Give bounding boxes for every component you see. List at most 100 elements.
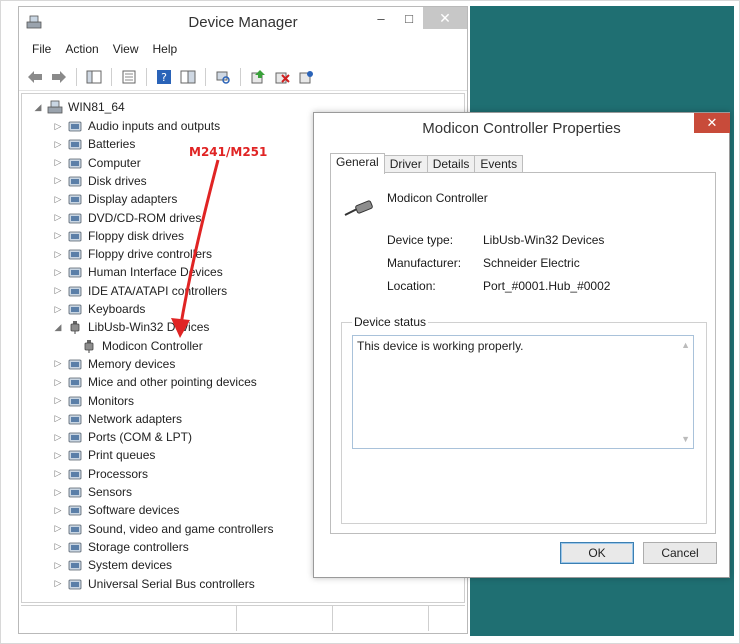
computer-root-icon [46,99,64,115]
collapse-arrow-icon[interactable]: ◢ [52,322,64,333]
expand-arrow-icon[interactable]: ▷ [52,487,64,498]
expand-arrow-icon[interactable]: ▷ [52,139,64,150]
properties-button[interactable] [119,67,139,87]
cancel-button[interactable]: Cancel [643,542,717,564]
enable-device-button[interactable] [296,67,316,87]
menu-view[interactable]: View [106,40,146,60]
enable-device-icon [299,70,313,83]
tree-category[interactable]: ▷ Processors [52,465,149,483]
ok-button[interactable]: OK [560,542,634,564]
maximize-button[interactable]: □ [395,7,423,29]
tree-item-label: Sound, video and game controllers [88,521,274,536]
tree-category[interactable]: ▷ Memory devices [52,355,176,373]
menu-action[interactable]: Action [58,40,105,60]
scroll-down-icon[interactable]: ▼ [681,434,690,444]
expand-arrow-icon[interactable]: ▷ [52,450,64,461]
expand-arrow-icon[interactable]: ▷ [52,432,64,443]
scroll-up-icon[interactable]: ▲ [681,340,690,350]
expand-arrow-icon[interactable]: ▷ [52,578,64,589]
tree-category[interactable]: ▷ IDE ATA/ATAPI controllers [52,282,228,300]
collapse-arrow-icon[interactable]: ◢ [32,102,44,113]
menu-help[interactable]: Help [146,40,185,60]
tree-category[interactable]: ▷ Ports (COM & LPT) [52,428,192,446]
tree-category[interactable]: ▷ Software devices [52,501,180,519]
tree-root-label: WIN81_64 [68,100,125,114]
tree-category[interactable]: ▷ Sensors [52,483,133,501]
expand-arrow-icon[interactable]: ▷ [52,285,64,296]
expand-arrow-icon[interactable]: ▷ [52,505,64,516]
device-status-textbox[interactable]: This device is working properly. ▲ ▼ [352,335,694,449]
tree-root[interactable]: ◢ WIN81_64 [32,98,125,116]
console-tree-icon [86,70,102,83]
expand-arrow-icon[interactable]: ▷ [52,212,64,223]
expand-arrow-icon[interactable]: ▷ [52,395,64,406]
tab-driver[interactable]: Driver [383,155,428,173]
scan-hardware-button[interactable] [213,67,233,87]
forward-button[interactable] [49,67,69,87]
status-cell [237,606,333,631]
tree-category[interactable]: ▷ Sound, video and game controllers [52,520,274,538]
close-button[interactable]: ✕ [423,7,467,29]
view-button[interactable] [178,67,198,87]
menu-file[interactable]: File [25,40,58,60]
status-bar [21,605,465,631]
properties-sheet-icon [122,70,136,83]
expand-arrow-icon[interactable]: ▷ [52,267,64,278]
expand-arrow-icon[interactable]: ▷ [52,121,64,132]
show-hide-console-tree-button[interactable] [84,67,104,87]
tree-category[interactable]: ▷ Universal Serial Bus controllers [52,575,255,593]
expand-arrow-icon[interactable]: ▷ [52,304,64,315]
expand-arrow-icon[interactable]: ▷ [52,523,64,534]
dialog-close-button[interactable]: ✕ [694,113,730,133]
expand-arrow-icon[interactable]: ▷ [52,541,64,552]
expand-arrow-icon[interactable]: ▷ [52,468,64,479]
tab-general[interactable]: General [330,153,385,174]
expand-arrow-icon[interactable]: ▷ [52,157,64,168]
view-pane-icon [180,70,196,83]
tree-item-label: Print queues [88,448,156,463]
device-name: Modicon Controller [387,191,488,205]
uninstall-device-button[interactable] [272,67,292,87]
tree-item-label: Keyboards [88,302,146,316]
expand-arrow-icon[interactable]: ▷ [52,230,64,241]
location-label: Location: [387,279,436,293]
speaker-icon [66,118,84,134]
properties-dialog: Modicon Controller Properties ✕ General … [313,112,730,578]
toolbar-separator [205,67,206,86]
tree-category[interactable]: ▷ Floppy drive controllers [52,245,213,263]
tree-category[interactable]: ▷ Network adapters [52,410,183,428]
disk-drive-icon [66,173,84,189]
tree-category[interactable]: ▷ Print queues [52,446,156,464]
tree-category[interactable]: ◢ LibUsb-Win32 Devices [52,318,209,336]
usb-icon [66,576,84,592]
expand-arrow-icon[interactable]: ▷ [52,194,64,205]
tree-category[interactable]: ▷ Disk drives [52,172,147,190]
minimize-button[interactable]: – [367,7,395,29]
tree-item-label: Display adapters [88,192,178,207]
tree-category[interactable]: ▷ Audio inputs and outputs [52,117,221,135]
tree-child-item[interactable]: Modicon Controller [78,337,203,355]
back-button[interactable] [25,67,45,87]
tree-category[interactable]: ▷ Keyboards [52,300,146,318]
expand-arrow-icon[interactable]: ▷ [52,377,64,388]
tree-category[interactable]: ▷ System devices [52,556,173,574]
tree-category[interactable]: ▷ Floppy disk drives [52,227,185,245]
tree-item-label: Processors [88,466,149,481]
expand-arrow-icon[interactable]: ▷ [52,358,64,369]
tab-details[interactable]: Details [426,155,476,173]
tree-category[interactable]: ▷ Human Interface Devices [52,263,223,281]
help-button[interactable]: ? [154,67,174,87]
tree-category[interactable]: ▷ Storage controllers [52,538,189,556]
tab-events[interactable]: Events [474,155,524,173]
tree-category[interactable]: ▷ Mice and other pointing devices [52,373,257,391]
expand-arrow-icon[interactable]: ▷ [52,560,64,571]
tree-category[interactable]: ▷ DVD/CD-ROM drives [52,209,202,227]
update-driver-button[interactable] [248,67,268,87]
expand-arrow-icon[interactable]: ▷ [52,249,64,260]
tree-category[interactable]: ▷ Display adapters [52,190,178,208]
expand-arrow-icon[interactable]: ▷ [52,413,64,424]
expand-arrow-icon[interactable]: ▷ [52,175,64,186]
tree-category[interactable]: ▷ Batteries [52,135,136,153]
tree-category[interactable]: ▷ Monitors [52,392,134,410]
tree-category[interactable]: ▷ Computer [52,154,141,172]
